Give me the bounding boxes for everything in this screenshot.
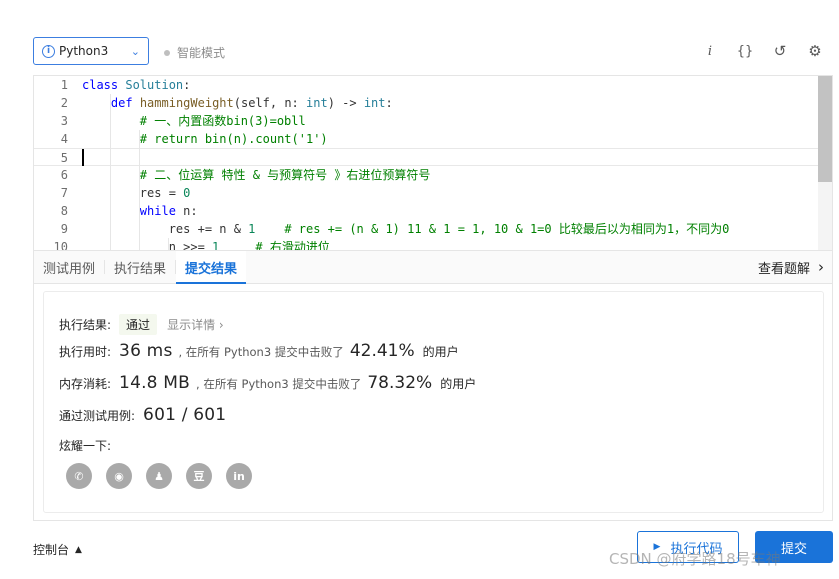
douban-icon[interactable]: 豆 (186, 463, 212, 489)
runtime-label: 执行用时: (59, 345, 112, 359)
smart-mode-toggle[interactable]: 智能模式 (164, 44, 225, 61)
line-number: 1 (60, 78, 68, 92)
chevron-down-icon: ⌄ (130, 44, 140, 58)
line-number: 3 (60, 114, 68, 128)
code-line[interactable]: 8 while n: (34, 202, 832, 220)
braces-icon[interactable]: {} (734, 40, 756, 62)
line-number: 2 (60, 96, 68, 110)
info-icon: i (42, 44, 55, 58)
editor-scrollbar-thumb[interactable] (818, 76, 832, 182)
result-card: 执行结果: 通过 显示详情 › 执行用时: 36 ms , 在所有 Python… (43, 291, 824, 513)
indent-guide (110, 94, 111, 250)
tab-testcase[interactable]: 测试用例 (34, 251, 104, 283)
code-line[interactable]: 3 # 一、内置函数bin(3)=obll (34, 112, 832, 130)
memory-label: 内存消耗: (59, 377, 112, 391)
share-row-label: 炫耀一下: (59, 437, 111, 454)
runtime-row: 执行用时: 36 ms , 在所有 Python3 提交中击败了 42.41% … (59, 341, 459, 361)
code-text[interactable]: # return bin(n).count('1') (82, 130, 328, 148)
runtime-desc: , 在所有 Python3 提交中击败了 (178, 345, 344, 359)
code-text[interactable]: res = 0 (82, 184, 191, 202)
tab-run-result[interactable]: 执行结果 (105, 251, 175, 283)
code-text[interactable]: res += n & 1 # res += (n & 1) 11 & 1 = 1… (82, 220, 730, 238)
status-badge: 通过 (119, 314, 158, 335)
share-label: 炫耀一下: (59, 439, 112, 453)
share-icons: ✆ ◉ ♟ 豆 in (66, 463, 252, 489)
code-text[interactable]: n >>= 1 # 右滑动进位 (82, 238, 330, 250)
code-text[interactable]: def hammingWeight(self, n: int) -> int: (82, 94, 393, 112)
weibo-icon[interactable]: ◉ (106, 463, 132, 489)
testcases-value: 601 / 601 (143, 405, 227, 425)
code-line[interactable]: 6 # 二、位运算 特性 & 与预算符号 》右进位预算符号 (34, 166, 832, 184)
memory-desc: , 在所有 Python3 提交中击败了 (196, 377, 362, 391)
line-number: 4 (60, 132, 68, 146)
view-solution-label: 查看题解 (757, 261, 810, 277)
chevron-right-icon: › (818, 258, 824, 276)
runtime-value: 36 ms (119, 341, 173, 361)
testcases-label: 通过测试用例: (59, 409, 136, 423)
result-panel: 执行结果: 通过 显示详情 › 执行用时: 36 ms , 在所有 Python… (33, 284, 833, 521)
result-tabs: 测试用例 执行结果 提交结果 查看题解 › (33, 250, 833, 284)
smart-mode-dot (164, 49, 170, 56)
indent-guide (168, 238, 169, 250)
smart-mode-label: 智能模式 (177, 46, 226, 60)
code-editor[interactable]: 1 class Solution: 2 def hammingWeight(self… (33, 75, 833, 250)
tab-submit-result[interactable]: 提交结果 (176, 251, 247, 284)
indent-guide (139, 130, 140, 250)
runtime-percent: 42.41% (349, 341, 415, 361)
settings-icon[interactable]: ⚙ (804, 40, 826, 62)
linkedin-icon[interactable]: in (226, 463, 252, 489)
language-select[interactable]: i Python3 ⌄ (33, 37, 149, 65)
line-number: 8 (60, 204, 68, 218)
status-label: 执行结果: (59, 318, 112, 332)
qq-icon[interactable]: ♟ (146, 463, 172, 489)
line-number: 5 (60, 151, 68, 165)
language-label: Python3 (59, 44, 109, 58)
memory-value: 14.8 MB (119, 373, 191, 393)
line-number: 10 (53, 240, 68, 250)
code-line[interactable]: 9 res += n & 1 # res += (n & 1) 11 & 1 =… (34, 220, 832, 238)
status-row: 执行结果: 通过 显示详情 › (59, 314, 224, 335)
show-detail-link[interactable]: 显示详情 › (167, 316, 224, 333)
code-line[interactable]: 2 def hammingWeight(self, n: int) -> int… (34, 94, 832, 112)
code-text[interactable]: # 二、位运算 特性 & 与预算符号 》右进位预算符号 (82, 166, 431, 184)
view-solution-link[interactable]: 查看题解 › (758, 251, 832, 283)
memory-row: 内存消耗: 14.8 MB , 在所有 Python3 提交中击败了 78.32… (59, 373, 476, 393)
code-line[interactable]: 4 # return bin(n).count('1') (34, 130, 832, 148)
code-line[interactable]: 10 n >>= 1 # 右滑动进位 (34, 238, 832, 250)
code-text[interactable]: class Solution: (82, 76, 190, 94)
editor-scrollbar[interactable] (818, 76, 832, 250)
watermark: CSDN @府学路18号车神 (609, 550, 781, 568)
code-line[interactable]: 5 (34, 148, 832, 166)
wechat-icon[interactable]: ✆ (66, 463, 92, 489)
info-icon[interactable]: i (699, 40, 721, 62)
memory-suffix: 的用户 (440, 377, 477, 391)
reset-icon[interactable]: ↺ (769, 40, 791, 62)
line-number: 9 (60, 222, 68, 236)
memory-percent: 78.32% (367, 373, 433, 393)
text-caret (82, 149, 84, 166)
caret-up-icon: ▲ (75, 544, 82, 555)
line-number: 6 (60, 168, 68, 182)
code-text[interactable]: # 一、内置函数bin(3)=obll (82, 112, 306, 130)
runtime-suffix: 的用户 (422, 345, 459, 359)
code-line[interactable]: 1 class Solution: (34, 76, 832, 94)
testcases-row: 通过测试用例: 601 / 601 (59, 405, 232, 425)
console-label: 控制台 (33, 543, 70, 557)
code-line[interactable]: 7 res = 0 (34, 184, 832, 202)
line-number: 7 (60, 186, 68, 200)
console-toggle[interactable]: 控制台 ▲ (33, 541, 82, 558)
